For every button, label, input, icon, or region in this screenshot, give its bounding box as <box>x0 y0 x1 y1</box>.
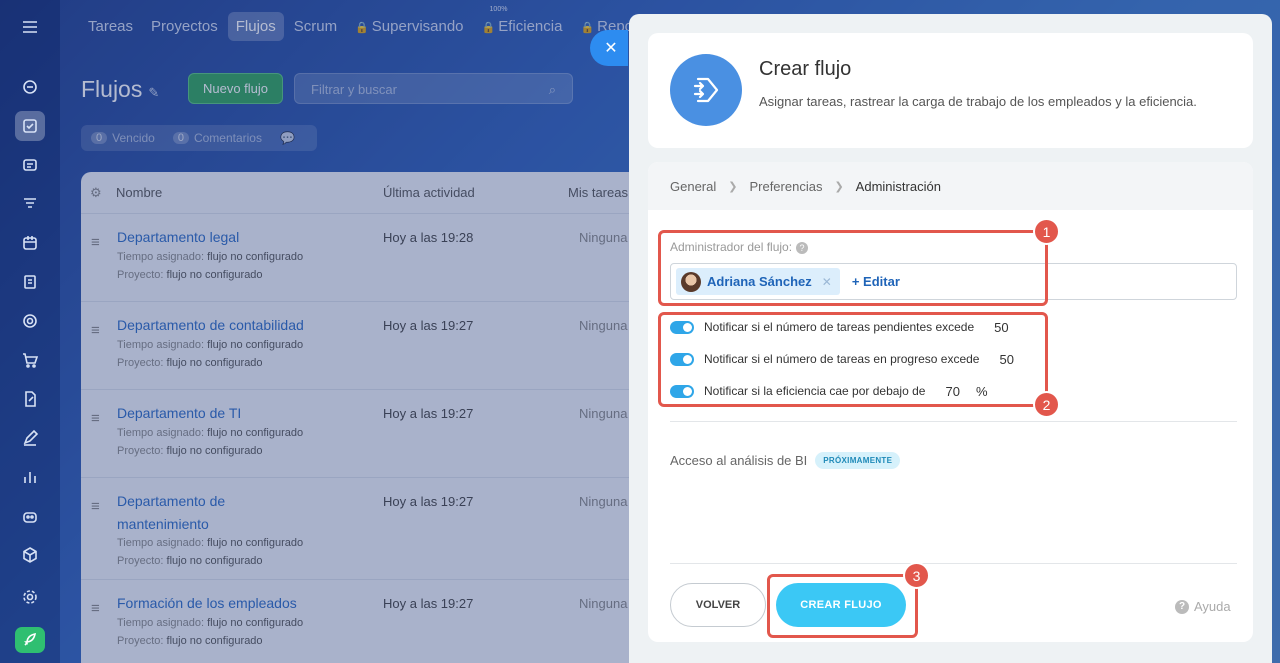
panel-title: Crear flujo <box>759 58 852 80</box>
building-icon[interactable] <box>15 267 45 297</box>
annotation-number: 1 <box>1033 218 1060 245</box>
panel-header: Crear flujo Asignar tareas, rastrear la … <box>648 33 1253 148</box>
coming-soon-badge: PRÓXIMAMENTE <box>815 452 901 469</box>
help-label: Ayuda <box>1194 599 1231 614</box>
panel-description: Asignar tareas, rastrear la carga de tra… <box>759 94 1197 109</box>
feed-icon[interactable] <box>15 72 45 102</box>
divider <box>670 563 1237 564</box>
cart-icon[interactable] <box>15 345 45 375</box>
close-panel-button[interactable]: ✕ <box>590 30 628 66</box>
target-icon[interactable] <box>15 306 45 336</box>
hamburger-menu-icon[interactable] <box>15 12 45 42</box>
annotation-number: 2 <box>1033 391 1060 418</box>
help-link[interactable]: ? Ayuda <box>1175 599 1231 614</box>
close-icon: ✕ <box>604 40 618 57</box>
divider <box>670 421 1237 422</box>
calendar-icon[interactable] <box>15 228 45 258</box>
messenger-icon[interactable] <box>15 150 45 180</box>
bi-access-label: Acceso al análisis de BI <box>670 453 808 468</box>
rocket-icon[interactable] <box>15 627 45 653</box>
document-sign-icon[interactable] <box>15 384 45 414</box>
tasks-icon[interactable] <box>15 111 45 141</box>
filter-funnel-icon[interactable] <box>15 189 45 219</box>
bi-access-row: Acceso al análisis de BI PRÓXIMAMENTE <box>670 452 901 469</box>
robot-icon[interactable] <box>15 501 45 531</box>
left-sidebar <box>0 0 60 663</box>
chevron-right-icon: ❯ <box>728 180 738 193</box>
settings-gear-icon[interactable] <box>15 582 45 612</box>
flow-logo-icon <box>670 54 742 126</box>
highlight-box-admin <box>658 230 1048 306</box>
help-question-icon: ? <box>1175 599 1189 614</box>
chevron-right-icon: ❯ <box>834 180 844 193</box>
highlight-box-create <box>767 574 918 638</box>
box-icon[interactable] <box>15 540 45 570</box>
back-button[interactable]: VOLVER <box>670 583 766 627</box>
annotation-number: 3 <box>903 562 930 589</box>
analytics-icon[interactable] <box>15 462 45 492</box>
highlight-box-notifications <box>658 312 1048 407</box>
breadcrumb: General ❯ Preferencias ❯ Administración <box>648 162 1253 210</box>
step-general[interactable]: General <box>670 179 716 194</box>
step-preferences[interactable]: Preferencias <box>749 179 822 194</box>
pen-icon[interactable] <box>15 423 45 453</box>
step-administration[interactable]: Administración <box>856 179 941 194</box>
